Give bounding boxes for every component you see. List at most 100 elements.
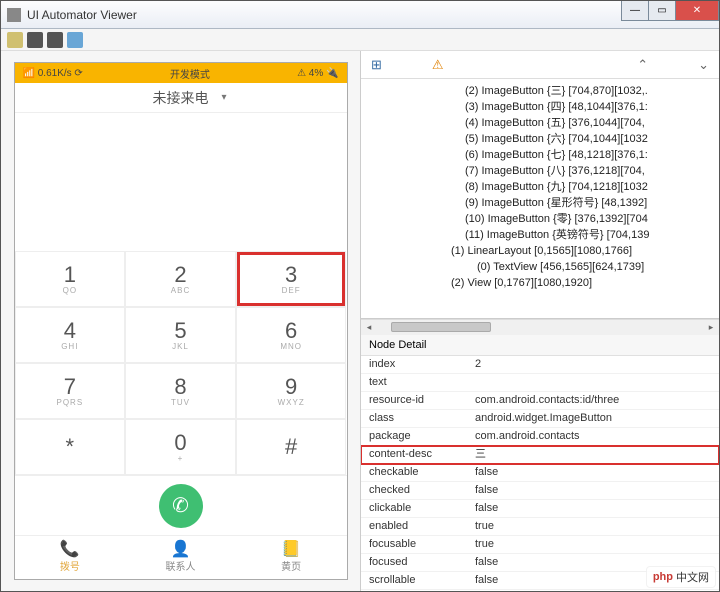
tree-node[interactable]: (1) LinearLayout [0,1565][1080,1766] (367, 243, 719, 259)
watermark: php 中文网 (646, 566, 716, 588)
detail-key: focused (361, 554, 471, 571)
dialkey-*[interactable]: * (15, 419, 126, 475)
key-number: 7 (64, 376, 76, 398)
detail-value: 2 (471, 356, 719, 373)
detail-key: resource-id (361, 392, 471, 409)
scroll-thumb[interactable] (391, 322, 491, 332)
detail-value: true (471, 590, 719, 591)
tab-黄页[interactable]: 📒黄页 (236, 536, 347, 579)
close-button[interactable]: ✕ (675, 1, 719, 21)
tab-拨号[interactable]: 📞拨号 (15, 536, 126, 579)
dialkey-1[interactable]: 1QO (15, 251, 126, 307)
dialkey-3[interactable]: 3DEF (236, 251, 347, 307)
minimize-button[interactable]: — (621, 1, 649, 21)
detail-key: scrollable (361, 572, 471, 589)
detail-row-content-desc[interactable]: content-desc三 (361, 446, 719, 464)
detail-value (471, 374, 719, 391)
dialkey-9[interactable]: 9WXYZ (236, 363, 347, 419)
detail-key: text (361, 374, 471, 391)
detail-key: content-desc (361, 446, 471, 463)
detail-row-resource-id[interactable]: resource-idcom.android.contacts:id/three (361, 392, 719, 410)
detail-value: 三 (471, 446, 719, 463)
detail-key: long-clickable (361, 590, 471, 591)
save-icon[interactable] (67, 32, 83, 48)
detail-row-index[interactable]: index2 (361, 356, 719, 374)
tree-node[interactable]: (10) ImageButton {零} [376,1392][704 (367, 211, 719, 227)
status-bar: 📶 0.61K/s ⟳ 开发模式 ⚠ 4% 🔌 (15, 63, 347, 83)
titlebar: UI Automator Viewer — ▭ ✕ (1, 1, 719, 29)
scroll-right-icon[interactable]: ▸ (703, 320, 719, 335)
maximize-button[interactable]: ▭ (648, 1, 676, 21)
call-button[interactable]: ✆ (159, 484, 203, 528)
tree-scrollbar[interactable]: ◂ ▸ (361, 319, 719, 335)
dialkey-8[interactable]: 8TUV (125, 363, 236, 419)
dump-icon[interactable] (47, 32, 63, 48)
key-sub: DEF (282, 286, 301, 295)
tree-node[interactable]: (11) ImageButton {英镑符号} [704,139 (367, 227, 719, 243)
detail-row-long-clickable[interactable]: long-clickabletrue (361, 590, 719, 591)
key-number: 3 (285, 264, 297, 286)
tree-node[interactable]: (0) TextView [456,1565][624,1739] (367, 259, 719, 275)
dialkey-4[interactable]: 4GHI (15, 307, 126, 363)
dialkey-7[interactable]: 7PQRS (15, 363, 126, 419)
detail-row-focusable[interactable]: focusabletrue (361, 536, 719, 554)
detail-key: checkable (361, 464, 471, 481)
expand-icon[interactable]: ⊞ (371, 57, 382, 73)
detail-key: checked (361, 482, 471, 499)
watermark-text: 中文网 (676, 569, 709, 585)
tree-node[interactable]: (4) ImageButton {五} [376,1044][704, (367, 115, 719, 131)
tree-node[interactable]: (6) ImageButton {七} [48,1218][376,1: (367, 147, 719, 163)
tab-icon: 👤 (171, 542, 191, 558)
collapse-up-icon[interactable]: ⌃ (637, 57, 648, 73)
dialkey-6[interactable]: 6MNO (236, 307, 347, 363)
toolbar (1, 29, 719, 51)
dialkey-0[interactable]: 0+ (125, 419, 236, 475)
detail-value: true (471, 536, 719, 553)
detail-row-checked[interactable]: checkedfalse (361, 482, 719, 500)
device-screenshot[interactable]: 📶 0.61K/s ⟳ 开发模式 ⚠ 4% 🔌 未接来电 ▾ 1QO2ABC3D… (14, 62, 348, 580)
scroll-left-icon[interactable]: ◂ (361, 320, 377, 335)
detail-row-package[interactable]: packagecom.android.contacts (361, 428, 719, 446)
key-number: * (66, 436, 75, 458)
tree-node[interactable]: (3) ImageButton {四} [48,1044][376,1: (367, 99, 719, 115)
key-sub: JKL (172, 342, 189, 351)
detail-row-class[interactable]: classandroid.widget.ImageButton (361, 410, 719, 428)
collapse-down-icon[interactable]: ⌄ (698, 57, 709, 73)
tree-node[interactable]: (2) View [0,1767][1080,1920] (367, 275, 719, 291)
detail-value: false (471, 464, 719, 481)
phone-icon: ✆ (172, 493, 189, 518)
dialkey-#[interactable]: # (236, 419, 347, 475)
key-sub: QO (63, 286, 77, 295)
tree-node[interactable]: (8) ImageButton {九} [704,1218][1032 (367, 179, 719, 195)
key-sub: PQRS (56, 398, 83, 407)
node-detail-table[interactable]: index2textresource-idcom.android.contact… (361, 356, 719, 591)
call-log-area (15, 113, 347, 251)
key-number: 0 (174, 432, 186, 454)
hierarchy-tree[interactable]: (2) ImageButton {三} [704,870][1032,.(3) … (361, 79, 719, 319)
key-sub: MNO (280, 342, 302, 351)
tab-label: 黄页 (281, 558, 301, 573)
device-icon[interactable] (27, 32, 43, 48)
detail-row-checkable[interactable]: checkablefalse (361, 464, 719, 482)
open-icon[interactable] (7, 32, 23, 48)
dialpad: 1QO2ABC3DEF4GHI5JKL6MNO7PQRS8TUV9WXYZ*0+… (15, 251, 347, 475)
tree-node[interactable]: (5) ImageButton {六} [704,1044][1032 (367, 131, 719, 147)
tree-node[interactable]: (7) ImageButton {八} [376,1218][704, (367, 163, 719, 179)
warning-icon[interactable]: ⚠ (432, 57, 444, 73)
key-sub: ABC (171, 286, 190, 295)
detail-row-text[interactable]: text (361, 374, 719, 392)
detail-row-clickable[interactable]: clickablefalse (361, 500, 719, 518)
detail-value: android.widget.ImageButton (471, 410, 719, 427)
tab-icon: 📞 (60, 542, 80, 558)
dialkey-2[interactable]: 2ABC (125, 251, 236, 307)
detail-value: false (471, 500, 719, 517)
header-title: 未接来电 (153, 88, 209, 108)
tree-toolbar: ⊞ ⚠ ⌃ ⌄ (361, 51, 719, 79)
tab-联系人[interactable]: 👤联系人 (125, 536, 236, 579)
tree-node[interactable]: (9) ImageButton {星形符号} [48,1392] (367, 195, 719, 211)
dialkey-5[interactable]: 5JKL (125, 307, 236, 363)
status-center: 开发模式 (170, 66, 210, 81)
detail-row-enabled[interactable]: enabledtrue (361, 518, 719, 536)
bottom-tabs: 📞拨号👤联系人📒黄页 (15, 535, 347, 579)
tree-node[interactable]: (2) ImageButton {三} [704,870][1032,. (367, 83, 719, 99)
